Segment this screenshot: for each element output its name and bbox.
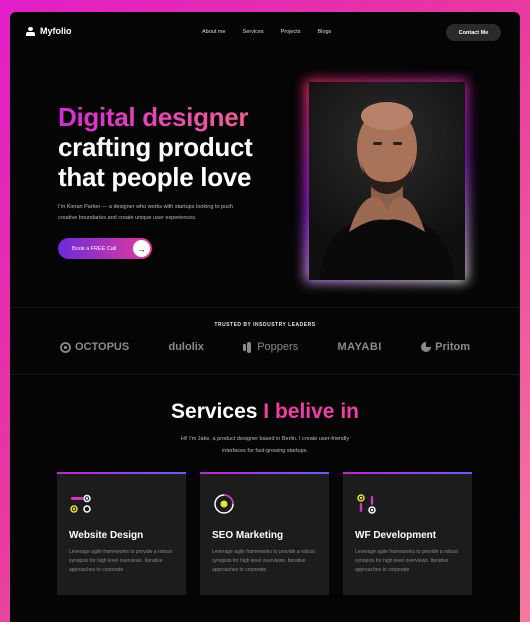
contact-button[interactable]: Contact Me [446,24,501,41]
trusted-title: TRUSTED BY INSDUSTRY LEADERS [214,322,316,328]
nav-link-projects[interactable]: Projects [281,29,301,35]
nav-link-about[interactable]: About me [202,29,226,35]
brand-octopus-name: OCTOPUS [75,341,130,353]
logo-text: Myfolio [40,26,72,36]
card-text: Leverage agile frameworks to provide a r… [69,549,172,573]
portrait-illustration [319,102,455,280]
hero-title: Digital designer crafting product that p… [58,102,253,192]
brand-pritom: Pritom [421,341,470,353]
nav-links: About me Services Projects Blogs [202,29,331,35]
hero-title-line-2: crafting product [58,132,253,162]
services-title-accent: I belive in [263,400,359,423]
poppers-logo-icon [243,341,252,353]
logo[interactable]: Myfolio [26,26,72,36]
toggle-switches-icon [70,494,91,513]
hero-description: I'm Kieran Parker — a designer who works… [58,204,233,221]
pritom-logo-icon [421,342,432,352]
target-icon [214,494,234,514]
hero-title-line-1: Digital designer [58,102,253,132]
brand-pritom-name: Pritom [435,341,470,353]
person-icon [26,26,35,36]
card-title: WF Development [355,530,437,541]
nav-link-services[interactable]: Services [243,29,264,35]
card-title: Website Design [69,530,144,541]
trusted-section: TRUSTED BY INSDUSTRY LEADERS OCTOPUS dul… [10,307,520,375]
top-nav: Myfolio About me Services Projects Blogs… [10,12,520,52]
arrow-right-icon: → [133,240,150,257]
page-frame: Myfolio About me Services Projects Blogs… [10,12,520,622]
brand-dulolix-name: dulolix [168,341,204,353]
brand-poppers: Poppers [243,341,298,353]
book-call-label: Book a FREE Call [72,245,117,252]
card-text: Leverage agile frameworks to provide a r… [212,549,315,573]
brand-logos: OCTOPUS dulolix Poppers MAYABI Pritom [60,341,470,353]
service-card-website-design[interactable]: Website Design Leverage agile frameworks… [57,472,186,595]
brand-octopus: OCTOPUS [60,341,129,353]
book-call-button[interactable]: Book a FREE Call → [58,238,152,259]
hero-title-line-3: that people love [58,162,252,192]
services-description: Hi! I'm Jake, a product designer based i… [180,436,350,454]
brand-mayabi-name: MAYABI [337,341,382,353]
brand-dulolix: dulolix [168,341,203,353]
service-card-seo-marketing[interactable]: SEO Marketing Leverage agile frameworks … [200,472,329,595]
portrait-photo [309,82,465,280]
service-card-wf-development[interactable]: WF Development Leverage agile frameworks… [343,472,472,595]
brand-mayabi: MAYABI [337,341,381,353]
card-title: SEO Marketing [212,530,284,541]
sliders-icon [357,494,376,514]
card-text: Leverage agile frameworks to provide a r… [355,549,458,573]
brand-poppers-name: Poppers [257,341,299,353]
octopus-logo-icon [60,341,71,353]
services-title: Services I belive in [10,400,520,424]
services-title-main: Services [171,400,258,423]
nav-link-blogs[interactable]: Blogs [318,29,332,35]
